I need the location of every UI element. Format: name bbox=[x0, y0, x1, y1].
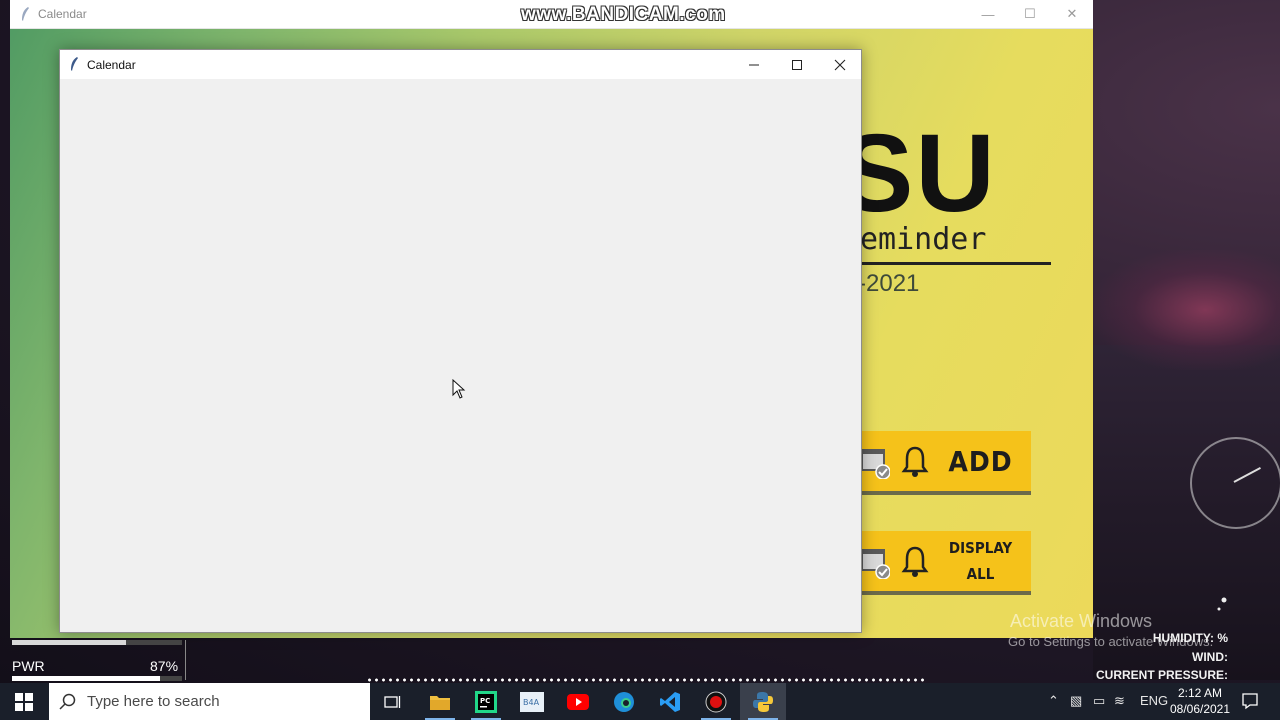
edge-icon bbox=[614, 691, 634, 712]
search-icon bbox=[59, 693, 76, 710]
app-subtitle: eminder bbox=[860, 222, 987, 257]
taskbar: Type here to search PC B4A ⌃ ▧ ▭ ≋ ENG 2… bbox=[0, 683, 1280, 720]
network-icon[interactable]: ▧ bbox=[1070, 693, 1082, 709]
raindrop-icon bbox=[1217, 597, 1227, 611]
notification-icon[interactable] bbox=[1240, 691, 1260, 711]
minimize-button[interactable]: — bbox=[967, 0, 1009, 28]
power-meter-bar bbox=[12, 676, 182, 681]
pycharm-icon: PC bbox=[475, 690, 497, 713]
windows-logo-icon bbox=[15, 692, 33, 711]
display-all-button-label: DISPLAY ALL bbox=[930, 535, 1031, 587]
calendar-check-icon bbox=[861, 549, 890, 579]
taskbar-youtube[interactable] bbox=[555, 683, 601, 720]
language-indicator[interactable]: ENG bbox=[1140, 693, 1168, 708]
activate-windows-title: Activate Windows bbox=[1010, 611, 1153, 631]
brand-text: SU bbox=[840, 112, 997, 235]
wind-label: WIND: bbox=[1192, 650, 1228, 664]
svg-text:B4A: B4A bbox=[523, 698, 540, 707]
close-icon bbox=[834, 59, 845, 70]
taskbar-file-explorer[interactable] bbox=[417, 683, 463, 720]
search-placeholder: Type here to search bbox=[87, 693, 220, 710]
mouse-cursor-icon bbox=[452, 379, 466, 399]
humidity-label: HUMIDITY: % bbox=[1152, 631, 1228, 645]
bell-icon bbox=[901, 546, 929, 577]
desktop-glow bbox=[1093, 250, 1280, 370]
display-all-line2: ALL bbox=[966, 565, 995, 583]
display-all-button[interactable]: DISPLAY ALL bbox=[858, 531, 1031, 591]
taskbar-search-box[interactable]: Type here to search bbox=[49, 683, 370, 720]
dialog-content-area[interactable] bbox=[60, 79, 861, 632]
wifi-icon[interactable]: ≋ bbox=[1114, 693, 1125, 709]
power-label: PWR bbox=[12, 658, 45, 674]
battery-icon[interactable]: ▭ bbox=[1093, 693, 1105, 709]
dialog-title: Calendar bbox=[87, 58, 136, 72]
dialog-minimize-button[interactable] bbox=[732, 50, 775, 79]
task-view-button[interactable] bbox=[370, 683, 416, 720]
clock-gauge-widget bbox=[1190, 437, 1280, 529]
feather-icon bbox=[22, 7, 29, 21]
taskbar-vscode[interactable] bbox=[647, 683, 693, 720]
background-window-title: Calendar bbox=[38, 7, 87, 21]
dialog-titlebar[interactable]: Calendar bbox=[60, 50, 861, 79]
year-text: -2021 bbox=[858, 270, 920, 297]
clock-time: 2:12 AM bbox=[1177, 686, 1223, 700]
taskbar-python[interactable] bbox=[740, 683, 786, 720]
record-icon bbox=[705, 691, 727, 712]
chevron-up-icon[interactable]: ⌃ bbox=[1048, 693, 1059, 709]
taskbar-image-app[interactable]: B4A bbox=[509, 683, 555, 720]
svg-text:PC: PC bbox=[480, 697, 490, 705]
close-button[interactable]: ✕ bbox=[1051, 0, 1093, 28]
minimize-icon bbox=[748, 64, 759, 65]
bell-icon bbox=[901, 446, 929, 477]
taskbar-clock[interactable]: 2:12 AM 08/06/2021 bbox=[1166, 685, 1234, 717]
display-all-line1: DISPLAY bbox=[948, 539, 1013, 557]
vscode-icon bbox=[660, 691, 680, 712]
widget-divider bbox=[185, 640, 186, 680]
add-button-label: ADD bbox=[948, 444, 1013, 478]
taskbar-edge[interactable] bbox=[601, 683, 647, 720]
youtube-icon bbox=[567, 693, 589, 710]
python-icon bbox=[753, 691, 773, 712]
maximize-icon bbox=[791, 59, 802, 70]
dialog-close-button[interactable] bbox=[818, 50, 861, 79]
taskbar-bandicam[interactable] bbox=[693, 683, 739, 720]
dialog-maximize-button[interactable] bbox=[775, 50, 818, 79]
calendar-dialog[interactable]: Calendar bbox=[59, 49, 862, 633]
start-button[interactable] bbox=[0, 683, 48, 720]
pressure-label: CURRENT PRESSURE: bbox=[1095, 668, 1228, 682]
taskbar-pycharm[interactable]: PC bbox=[463, 683, 509, 720]
calendar-check-icon bbox=[861, 449, 890, 479]
subtitle-underline bbox=[858, 262, 1051, 265]
power-meter-bar-top bbox=[12, 640, 182, 645]
b4a-icon: B4A bbox=[520, 691, 544, 712]
clock-date: 08/06/2021 bbox=[1169, 702, 1231, 716]
folder-icon bbox=[430, 695, 450, 710]
add-reminder-button[interactable]: ADD bbox=[858, 431, 1031, 491]
maximize-button[interactable]: ☐ bbox=[1009, 0, 1051, 28]
task-view-icon bbox=[384, 695, 401, 708]
power-value: 87% bbox=[150, 658, 179, 674]
feather-icon bbox=[71, 57, 78, 71]
bandicam-watermark: www.BANDICAM.com bbox=[521, 4, 726, 25]
